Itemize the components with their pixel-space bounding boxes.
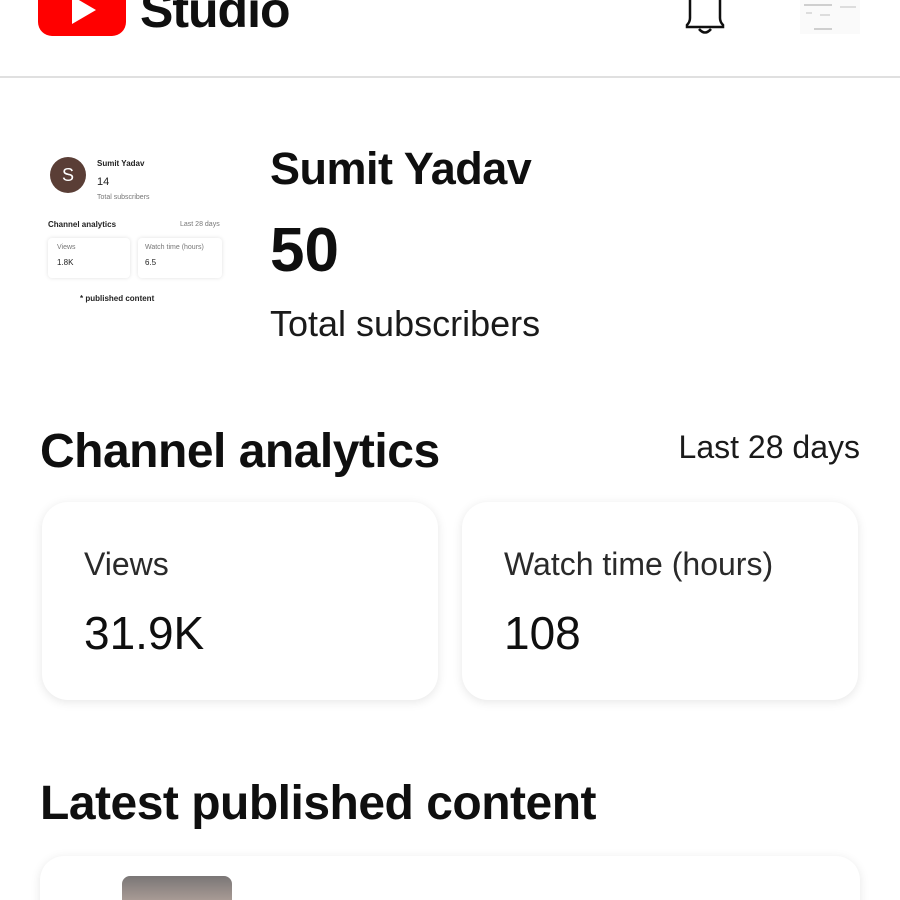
watch-time-card[interactable]: Watch time (hours) 108 [462, 502, 858, 700]
preview-watch-card: Watch time (hours) 6.5 [138, 238, 222, 278]
account-thumbnail-icon[interactable] [800, 0, 860, 36]
app-header: Studio [0, 0, 900, 78]
subscriber-count: 50 [270, 216, 339, 285]
preview-watch-label: Watch time (hours) [145, 244, 204, 251]
preview-views-value: 1.8K [57, 258, 74, 267]
views-value: 31.9K [84, 607, 205, 659]
preview-analytics-title: Channel analytics [48, 220, 117, 229]
analytics-period: Last 28 days [678, 429, 860, 465]
preview-subscriber-label: Total subscribers [97, 194, 150, 201]
preview-channel-name: Sumit Yadav [97, 159, 145, 168]
video-thumbnail[interactable] [122, 876, 232, 900]
youtube-logo-icon [38, 0, 126, 36]
preview-watch-value: 6.5 [145, 258, 157, 267]
bell-icon[interactable] [682, 0, 728, 36]
preview-views-label: Views [57, 244, 76, 251]
latest-content-title: Latest published content [40, 777, 597, 830]
subscriber-label: Total subscribers [270, 303, 541, 344]
views-card[interactable]: Views 31.9K [42, 502, 438, 700]
preview-views-card: Views 1.8K [48, 238, 130, 278]
studio-logo[interactable]: Studio [38, 0, 291, 38]
analytics-title: Channel analytics [40, 425, 440, 478]
preview-subscriber-count: 14 [97, 176, 110, 188]
views-label: Views [84, 546, 169, 582]
preview-footer: * published content [80, 294, 155, 303]
channel-name: Sumit Yadav [270, 143, 532, 194]
channel-avatar: S [50, 157, 86, 193]
preview-footer-text: published content [85, 294, 155, 303]
preview-period: Last 28 days [180, 221, 220, 228]
channel-preview-image: S Sumit Yadav 14 Total subscribers Chann… [40, 130, 230, 320]
watch-time-label: Watch time (hours) [504, 546, 774, 582]
logo-text: Studio [140, 0, 291, 38]
latest-content-card[interactable] [40, 856, 860, 900]
watch-time-value: 108 [504, 607, 581, 659]
